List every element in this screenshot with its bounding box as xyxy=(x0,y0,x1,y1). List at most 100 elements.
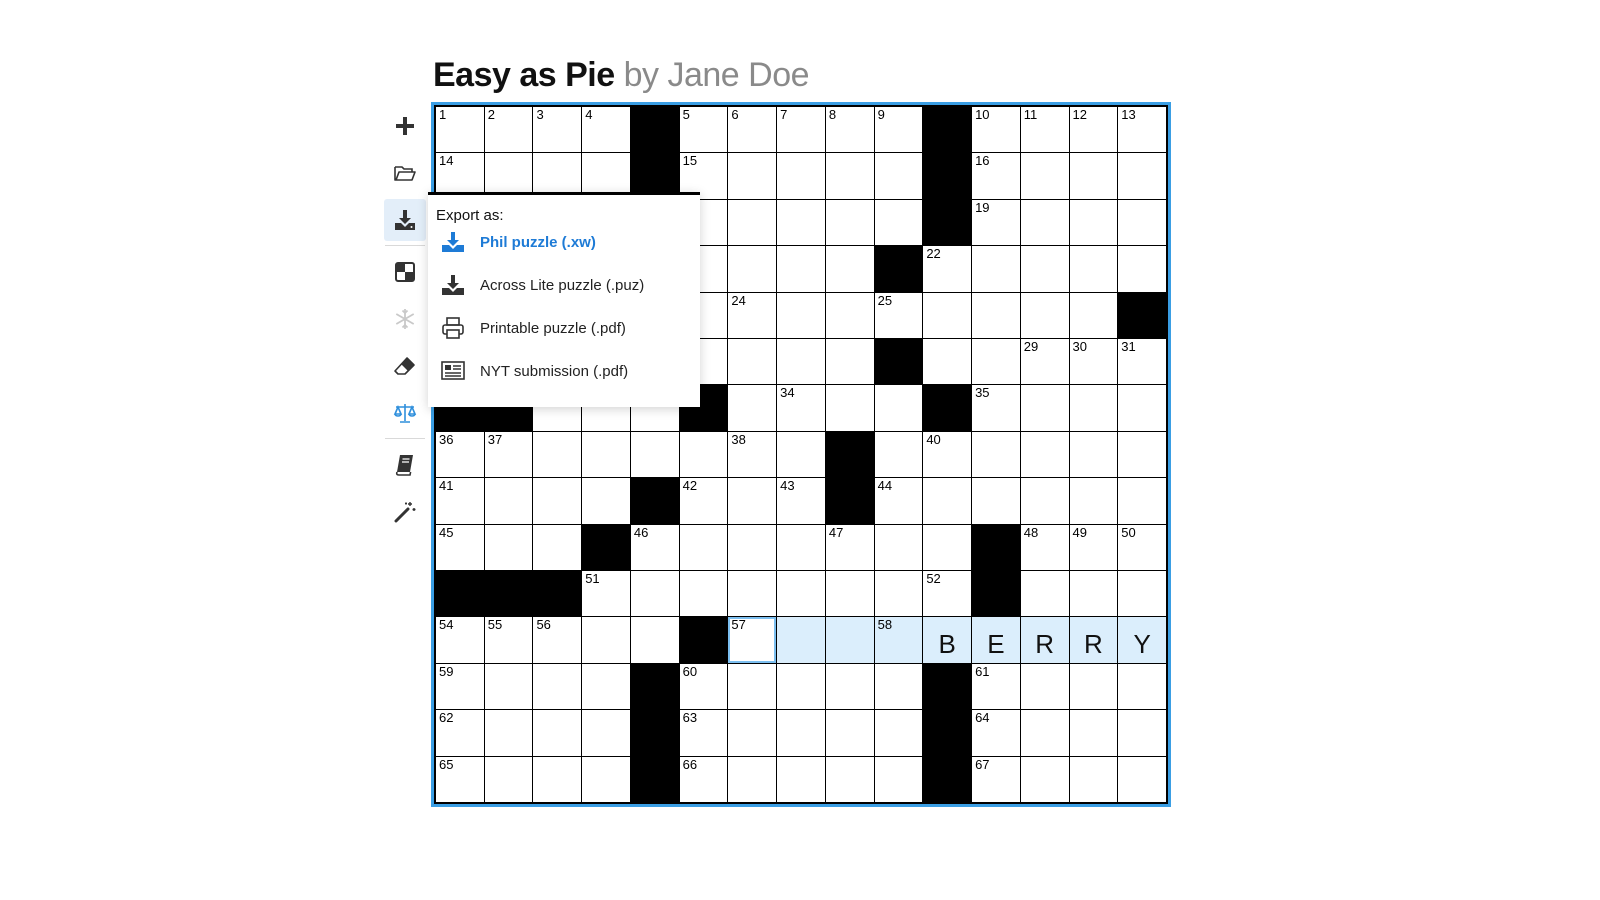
grid-cell[interactable] xyxy=(874,524,923,570)
grid-cell[interactable]: R xyxy=(1069,617,1118,663)
grid-cell[interactable]: 55 xyxy=(484,617,533,663)
block-cell[interactable] xyxy=(923,153,972,199)
grid-cell[interactable] xyxy=(533,663,582,710)
grid-cell[interactable] xyxy=(1069,756,1118,802)
grid-cell[interactable] xyxy=(825,153,874,199)
grid-cell[interactable] xyxy=(874,199,923,246)
block-cell[interactable] xyxy=(630,107,679,153)
grid-cell[interactable]: 56 xyxy=(533,617,582,663)
grid-cell[interactable]: 35 xyxy=(972,385,1020,431)
grid-cell[interactable]: 30 xyxy=(1069,339,1118,385)
grid-cell[interactable] xyxy=(728,756,777,802)
grid-cell[interactable]: 67 xyxy=(972,756,1020,802)
grid-cell[interactable] xyxy=(777,571,825,617)
grid-cell[interactable] xyxy=(874,385,923,431)
block-cell[interactable] xyxy=(874,246,923,292)
grid-cell[interactable]: 19 xyxy=(972,199,1020,246)
grid-cell[interactable] xyxy=(923,478,972,524)
grid-cell[interactable] xyxy=(825,339,874,385)
grid-cell[interactable]: Y xyxy=(1118,617,1166,663)
grid-cell[interactable] xyxy=(1020,292,1069,338)
grid-cell[interactable]: 4 xyxy=(582,107,630,153)
grid-cell[interactable] xyxy=(484,663,533,710)
grid-cell[interactable] xyxy=(874,571,923,617)
grid-cell[interactable]: 7 xyxy=(777,107,825,153)
grid-cell[interactable]: R xyxy=(1020,617,1069,663)
grid-cell[interactable]: E xyxy=(972,617,1020,663)
grid-cell[interactable] xyxy=(825,617,874,663)
clear-button[interactable] xyxy=(384,345,426,387)
grid-cell[interactable] xyxy=(1069,199,1118,246)
grid-cell[interactable] xyxy=(533,710,582,756)
grid-cell[interactable] xyxy=(728,710,777,756)
grid-cell[interactable]: 2 xyxy=(484,107,533,153)
grid-cell[interactable]: 24 xyxy=(728,292,777,338)
grid-cell[interactable]: 16 xyxy=(972,153,1020,199)
grid-cell[interactable] xyxy=(728,478,777,524)
block-cell[interactable] xyxy=(630,756,679,802)
grid-cell[interactable] xyxy=(484,478,533,524)
export-button[interactable] xyxy=(384,199,426,241)
block-cell[interactable] xyxy=(923,756,972,802)
grid-cell[interactable] xyxy=(1069,153,1118,199)
grid-cell[interactable]: 25 xyxy=(874,292,923,338)
grid-cell[interactable]: 9 xyxy=(874,107,923,153)
block-cell[interactable] xyxy=(533,571,582,617)
grid-cell[interactable] xyxy=(582,663,630,710)
block-cell[interactable] xyxy=(630,478,679,524)
grid-cell[interactable] xyxy=(484,524,533,570)
wordlist-button[interactable] xyxy=(384,444,426,486)
grid-cell[interactable] xyxy=(825,385,874,431)
export-pdf-item[interactable]: Printable puzzle (.pdf) xyxy=(440,313,626,343)
export-nyt-item[interactable]: NYT submission (.pdf) xyxy=(440,356,628,386)
grid-cell[interactable] xyxy=(533,431,582,478)
grid-cell[interactable] xyxy=(1020,199,1069,246)
grid-cell[interactable]: 3 xyxy=(533,107,582,153)
grid-cell[interactable] xyxy=(825,571,874,617)
grid-cell[interactable]: 12 xyxy=(1069,107,1118,153)
grid-cell[interactable] xyxy=(1118,710,1166,756)
grid-cell[interactable] xyxy=(1118,756,1166,802)
grid-cell[interactable] xyxy=(1020,478,1069,524)
grid-cell[interactable]: 44 xyxy=(874,478,923,524)
grid-cell[interactable]: 60 xyxy=(679,663,728,710)
grid-cell[interactable] xyxy=(874,756,923,802)
grid-cell[interactable]: 62 xyxy=(436,710,484,756)
grid-cell[interactable] xyxy=(582,617,630,663)
grid-cell[interactable] xyxy=(825,246,874,292)
grid-cell[interactable] xyxy=(728,339,777,385)
grid-cell[interactable] xyxy=(1118,385,1166,431)
grid-cell[interactable] xyxy=(972,339,1020,385)
grid-cell[interactable]: 58 xyxy=(874,617,923,663)
active-grid-cell[interactable]: 57 xyxy=(728,617,777,663)
grid-cell[interactable]: 31 xyxy=(1118,339,1166,385)
new-puzzle-button[interactable] xyxy=(384,105,426,147)
grid-cell[interactable]: 51 xyxy=(582,571,630,617)
block-cell[interactable] xyxy=(874,339,923,385)
grid-cell[interactable] xyxy=(777,292,825,338)
freeze-button[interactable] xyxy=(384,298,426,340)
grid-cell[interactable]: 29 xyxy=(1020,339,1069,385)
block-cell[interactable] xyxy=(923,710,972,756)
block-cell[interactable] xyxy=(972,571,1020,617)
grid-cell[interactable]: 42 xyxy=(679,478,728,524)
grid-cell[interactable] xyxy=(923,339,972,385)
grid-cell[interactable] xyxy=(728,199,777,246)
grid-cell[interactable] xyxy=(1020,385,1069,431)
grid-cell[interactable] xyxy=(1118,431,1166,478)
grid-cell[interactable]: 54 xyxy=(436,617,484,663)
block-cell[interactable] xyxy=(825,478,874,524)
grid-cell[interactable] xyxy=(777,663,825,710)
export-xw-item[interactable]: Phil puzzle (.xw) xyxy=(440,227,596,257)
grid-cell[interactable]: 5 xyxy=(679,107,728,153)
export-puz-item[interactable]: Across Lite puzzle (.puz) xyxy=(440,270,644,300)
grid-cell[interactable] xyxy=(728,571,777,617)
grid-cell[interactable] xyxy=(679,524,728,570)
grid-cell[interactable]: 10 xyxy=(972,107,1020,153)
grid-cell[interactable]: 6 xyxy=(728,107,777,153)
grid-cell[interactable] xyxy=(1118,246,1166,292)
block-cell[interactable] xyxy=(825,431,874,478)
grid-cell[interactable] xyxy=(582,431,630,478)
block-cell[interactable] xyxy=(630,710,679,756)
grid-cell[interactable] xyxy=(777,431,825,478)
